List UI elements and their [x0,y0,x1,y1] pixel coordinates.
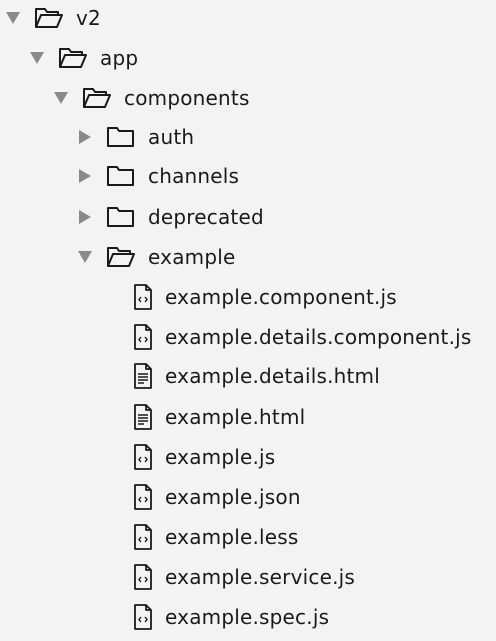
tree-item-app[interactable]: app [0,38,496,78]
tree-item-components[interactable]: components [0,78,496,118]
caret-right-icon[interactable] [78,169,92,183]
tree-file-example-spec-js[interactable]: example.spec.js [0,597,496,637]
tree-item-channels[interactable]: channels [0,156,496,196]
tree-item-label: components [124,86,250,110]
code-file-icon [133,444,153,470]
tree-file-example-details-html[interactable]: example.details.html [0,356,496,396]
tree-file-example-less[interactable]: example.less [0,517,496,557]
tree-item-label: example.less [165,525,299,549]
tree-file-example-component-js[interactable]: example.component.js [0,277,496,317]
file-tree: v2 app components auth channels deprecat… [0,0,496,641]
folder-icon [106,164,136,188]
code-file-icon [133,484,153,510]
tree-item-label: app [100,46,139,70]
tree-item-label: v2 [76,6,101,30]
folder-icon [106,205,136,229]
caret-right-icon[interactable] [78,130,92,144]
text-file-icon [133,404,153,430]
caret-down-icon[interactable] [54,91,68,105]
tree-item-label: example.details.html [165,364,380,388]
tree-item-label: example.component.js [165,285,397,309]
tree-file-example-html[interactable]: example.html [0,397,496,437]
code-file-icon [133,284,153,310]
tree-item-label: channels [148,164,240,188]
tree-file-example-js[interactable]: example.js [0,437,496,477]
code-file-icon [133,564,153,590]
tree-item-label: example [148,245,236,269]
text-file-icon [133,363,153,389]
code-file-icon [133,604,153,630]
code-file-icon [133,324,153,350]
folder-open-icon [82,86,112,110]
tree-item-label: example.html [165,405,306,429]
tree-item-label: auth [148,125,195,149]
tree-item-label: example.js [165,445,276,469]
tree-item-label: example.spec.js [165,605,330,629]
tree-item-v2[interactable]: v2 [0,0,496,38]
tree-item-label: example.details.component.js [165,325,472,349]
tree-file-example-json[interactable]: example.json [0,477,496,517]
tree-item-label: example.service.js [165,565,356,589]
tree-file-example-details-component-js[interactable]: example.details.component.js [0,317,496,357]
caret-right-icon[interactable] [78,210,92,224]
folder-open-icon [34,6,64,30]
tree-item-deprecated[interactable]: deprecated [0,197,496,237]
code-file-icon [133,524,153,550]
folder-icon [106,125,136,149]
caret-down-icon[interactable] [78,250,92,264]
caret-down-icon[interactable] [30,51,44,65]
tree-file-example-service-js[interactable]: example.service.js [0,557,496,597]
tree-item-example[interactable]: example [0,237,496,277]
folder-open-icon [106,245,136,269]
tree-item-label: deprecated [148,205,264,229]
folder-open-icon [58,46,88,70]
tree-item-label: example.json [165,485,301,509]
tree-item-auth[interactable]: auth [0,117,496,157]
caret-down-icon[interactable] [6,11,20,25]
